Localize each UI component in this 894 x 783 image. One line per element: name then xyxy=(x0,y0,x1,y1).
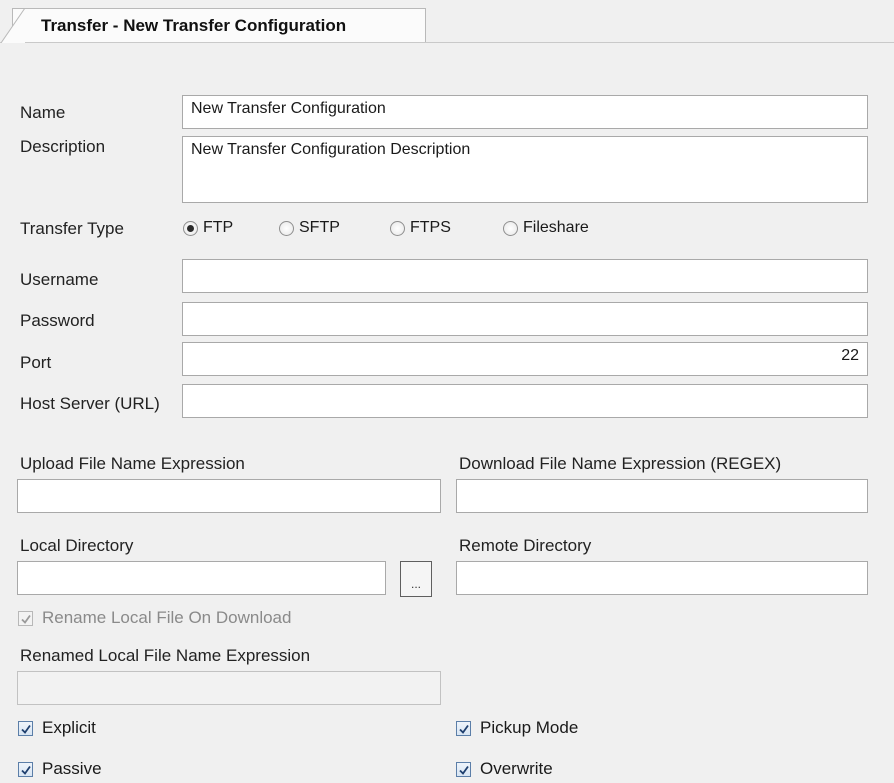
description-label: Description xyxy=(20,137,106,156)
radio-ftp[interactable]: FTP xyxy=(183,217,233,239)
explicit-checkbox[interactable]: Explicit xyxy=(18,717,96,739)
name-label: Name xyxy=(20,103,66,122)
password-label: Password xyxy=(20,311,95,330)
radio-dot-icon xyxy=(503,220,518,236)
name-input[interactable]: New Transfer Configuration xyxy=(182,95,868,129)
description-textarea[interactable]: New Transfer Configuration Description xyxy=(182,136,868,203)
password-input[interactable] xyxy=(182,302,868,336)
remote-directory-label: Remote Directory xyxy=(459,536,592,555)
radio-label: FTPS xyxy=(410,219,451,236)
checkbox-box xyxy=(456,720,471,736)
checkbox-box xyxy=(18,761,33,777)
browse-button[interactable]: ... xyxy=(400,561,432,597)
check-icon xyxy=(21,765,31,775)
port-input[interactable]: 22 xyxy=(182,342,868,376)
tab-edge-icon xyxy=(1,8,25,43)
radio-dot-icon xyxy=(390,220,405,236)
tab-title: Transfer - New Transfer Configuration xyxy=(41,16,347,35)
tab-transfer-config[interactable]: Transfer - New Transfer Configuration xyxy=(1,8,426,43)
check-icon xyxy=(21,614,31,624)
radio-fileshare[interactable]: Fileshare xyxy=(503,217,589,239)
remote-directory-input[interactable] xyxy=(456,561,868,595)
upload-expression-label: Upload File Name Expression xyxy=(20,454,245,473)
radio-ftps[interactable]: FTPS xyxy=(390,217,451,239)
explicit-label: Explicit xyxy=(42,718,96,737)
upload-expression-input[interactable] xyxy=(17,479,441,513)
checkbox-box xyxy=(18,720,33,736)
check-icon xyxy=(459,724,469,734)
rename-local-file-label: Rename Local File On Download xyxy=(42,608,292,627)
local-directory-input[interactable] xyxy=(17,561,386,595)
download-expression-input[interactable] xyxy=(456,479,868,513)
overwrite-checkbox[interactable]: Overwrite xyxy=(456,758,553,780)
renamed-expression-label: Renamed Local File Name Expression xyxy=(20,646,311,665)
passive-label: Passive xyxy=(42,759,102,778)
local-directory-label: Local Directory xyxy=(20,536,134,555)
transfer-type-label: Transfer Type xyxy=(20,219,124,238)
username-input[interactable] xyxy=(182,259,868,293)
host-server-label: Host Server (URL) xyxy=(20,394,160,413)
tab-strip: Transfer - New Transfer Configuration xyxy=(0,0,894,43)
port-label: Port xyxy=(20,353,52,372)
check-icon xyxy=(21,724,31,734)
radio-dot-icon xyxy=(279,220,294,236)
radio-label: FTP xyxy=(203,219,234,236)
overwrite-label: Overwrite xyxy=(480,759,553,778)
rename-local-file-checkbox[interactable]: Rename Local File On Download xyxy=(18,607,291,629)
radio-label: SFTP xyxy=(299,219,340,236)
host-server-input[interactable] xyxy=(182,384,868,418)
check-icon xyxy=(459,765,469,775)
download-expression-label: Download File Name Expression (REGEX) xyxy=(459,454,782,473)
renamed-expression-input[interactable] xyxy=(17,671,441,705)
radio-label: Fileshare xyxy=(523,219,589,236)
pickup-mode-checkbox[interactable]: Pickup Mode xyxy=(456,717,578,739)
radio-sftp[interactable]: SFTP xyxy=(279,217,340,239)
checkbox-box xyxy=(18,610,33,626)
pickup-mode-label: Pickup Mode xyxy=(480,718,579,737)
username-label: Username xyxy=(20,270,99,289)
checkbox-box xyxy=(456,761,471,777)
passive-checkbox[interactable]: Passive xyxy=(18,758,102,780)
radio-dot-icon xyxy=(183,220,198,236)
